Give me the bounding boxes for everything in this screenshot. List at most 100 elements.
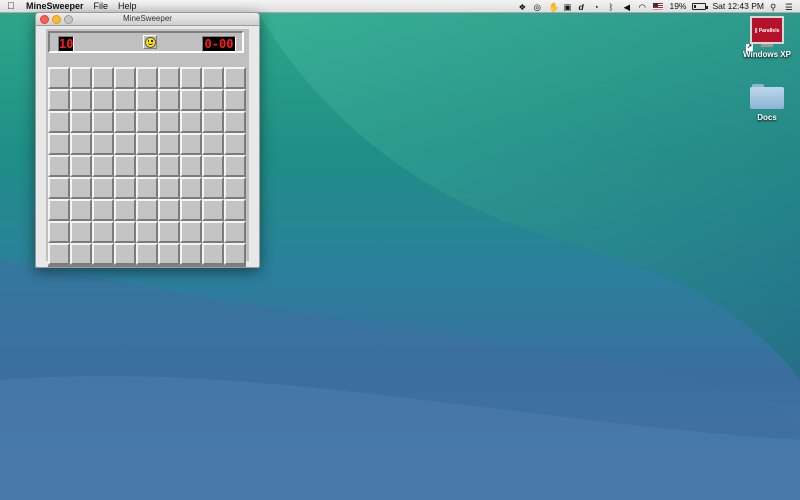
mine-cell[interactable] [202,155,224,177]
mine-cell[interactable] [48,133,70,155]
mine-cell[interactable] [92,177,114,199]
mine-cell[interactable] [180,133,202,155]
mine-cell[interactable] [136,177,158,199]
reset-button[interactable] [143,35,157,49]
mine-cell[interactable] [114,89,136,111]
mine-cell[interactable] [224,199,246,221]
mine-cell[interactable] [114,67,136,89]
search-icon[interactable]: ⚲ [770,2,779,12]
mine-cell[interactable] [224,243,246,265]
mine-cell[interactable] [92,89,114,111]
mine-cell[interactable] [224,177,246,199]
app-menu[interactable]: MineSweeper [26,1,84,11]
mine-cell[interactable] [114,155,136,177]
docs-folder-desktop-icon[interactable]: Docs [744,82,790,122]
mine-cell[interactable] [224,111,246,133]
mine-cell[interactable] [48,67,70,89]
battery-percent[interactable]: 19% [669,1,686,11]
mine-cell[interactable] [136,221,158,243]
mine-cell[interactable] [114,133,136,155]
volume-icon[interactable]: ◀ [623,2,632,12]
mine-cell[interactable] [136,199,158,221]
mine-cell[interactable] [158,199,180,221]
mine-cell[interactable] [70,177,92,199]
mine-cell[interactable] [114,221,136,243]
mine-cell[interactable] [202,243,224,265]
mine-cell[interactable] [180,243,202,265]
mine-cell[interactable] [48,177,70,199]
mine-cell[interactable] [70,89,92,111]
mine-cell[interactable] [136,243,158,265]
mine-cell[interactable] [202,177,224,199]
mine-cell[interactable] [180,67,202,89]
menu-help[interactable]: Help [118,1,137,11]
mine-cell[interactable] [70,199,92,221]
mine-cell[interactable] [48,89,70,111]
mine-cell[interactable] [136,111,158,133]
list-icon[interactable]: ☰ [785,2,794,12]
box-icon[interactable]: ▣ [563,2,572,12]
mine-cell[interactable] [180,199,202,221]
minimize-button[interactable] [52,15,61,24]
mine-cell[interactable] [92,221,114,243]
mine-cell[interactable] [92,155,114,177]
mine-cell[interactable] [202,111,224,133]
mine-cell[interactable] [48,243,70,265]
mine-cell[interactable] [180,111,202,133]
mine-cell[interactable] [224,89,246,111]
mine-cell[interactable] [202,89,224,111]
mine-cell[interactable] [180,155,202,177]
mine-cell[interactable] [114,111,136,133]
timer-icon[interactable]: ◔ [593,2,602,12]
mine-cell[interactable] [70,243,92,265]
mine-cell[interactable] [92,67,114,89]
mine-cell[interactable] [48,199,70,221]
clock[interactable]: Sat 12:43 PM [712,1,764,11]
us-flag-icon[interactable] [653,2,664,10]
mine-cell[interactable] [158,177,180,199]
mine-cell[interactable] [202,133,224,155]
mine-cell[interactable] [158,89,180,111]
mine-cell[interactable] [180,89,202,111]
mine-cell[interactable] [48,155,70,177]
mine-cell[interactable] [180,221,202,243]
windows-xp-desktop-icon[interactable]: || Parallels ↗ Windows XP [742,16,792,59]
mine-cell[interactable] [136,133,158,155]
bluetooth-icon[interactable]: ᛒ [608,2,617,12]
zoom-button[interactable] [64,15,73,24]
mine-cell[interactable] [202,199,224,221]
apple-menu-icon[interactable]:  [2,1,20,12]
mine-cell[interactable] [92,243,114,265]
mine-cell[interactable] [202,221,224,243]
mine-cell[interactable] [224,155,246,177]
mine-cell[interactable] [136,67,158,89]
mine-cell[interactable] [48,111,70,133]
mine-cell[interactable] [158,111,180,133]
mine-cell[interactable] [224,67,246,89]
mine-cell[interactable] [158,155,180,177]
dropbox-icon[interactable]: ❖ [518,2,527,12]
mine-cell[interactable] [70,133,92,155]
mine-cell[interactable] [114,199,136,221]
wifi-icon[interactable]: ◠ [638,2,647,12]
mine-cell[interactable] [70,221,92,243]
title-bar[interactable]: MineSweeper [36,13,259,26]
mine-cell[interactable] [48,221,70,243]
menu-file[interactable]: File [94,1,109,11]
battery-icon[interactable] [692,2,709,10]
mine-cell[interactable] [114,177,136,199]
mine-cell[interactable] [70,111,92,133]
mine-cell[interactable] [180,177,202,199]
close-button[interactable] [40,15,49,24]
d-icon[interactable]: d [578,2,587,12]
mine-cell[interactable] [92,111,114,133]
mine-cell[interactable] [136,155,158,177]
mine-cell[interactable] [224,221,246,243]
mine-cell[interactable] [158,221,180,243]
mine-cell[interactable] [114,243,136,265]
mine-cell[interactable] [158,243,180,265]
mine-cell[interactable] [158,133,180,155]
mine-cell[interactable] [224,133,246,155]
hand-icon[interactable]: ✋ [548,2,559,12]
mine-cell[interactable] [92,133,114,155]
